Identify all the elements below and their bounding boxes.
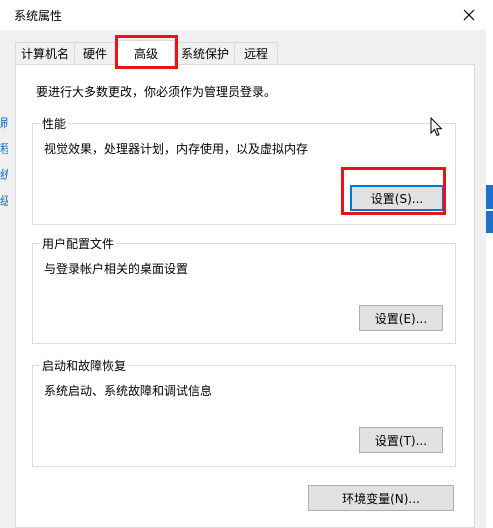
background-fragment: 刷: [0, 116, 8, 130]
tab-computer-name[interactable]: 计算机名: [15, 42, 75, 63]
window-title: 系统属性: [14, 9, 63, 23]
background-fragment: 级: [0, 194, 8, 208]
background-blue-block: [486, 211, 493, 233]
system-properties-window: 刷 程 统 级 系统属性 计算机名 硬件 高级 系统保护 远程 要进行大多数更改…: [0, 0, 493, 528]
background-window-strip: [486, 30, 493, 528]
user-profiles-description: 与登录帐户相关的桌面设置: [44, 262, 189, 276]
title-bar: 系统属性: [0, 0, 493, 30]
tab-hardware[interactable]: 硬件: [74, 42, 116, 63]
performance-description: 视觉效果，处理器计划，内存使用，以及虚拟内存: [44, 142, 309, 156]
startup-recovery-group-title: 启动和故障恢复: [40, 357, 129, 374]
user-profiles-group-title: 用户配置文件: [40, 235, 117, 252]
close-button[interactable]: [451, 2, 487, 28]
startup-recovery-description: 系统启动、系统故障和调试信息: [44, 384, 213, 398]
performance-settings-button[interactable]: 设置(S)...: [350, 185, 444, 211]
startup-recovery-settings-button[interactable]: 设置(T)...: [359, 427, 443, 453]
advanced-tab-panel: 要进行大多数更改，你必须作为管理员登录。 性能 视觉效果，处理器计划，内存使用，…: [15, 64, 475, 528]
performance-group-title: 性能: [40, 115, 69, 132]
user-profiles-group: 用户配置文件 与登录帐户相关的桌面设置 设置(E)...: [32, 235, 456, 344]
user-profiles-settings-button[interactable]: 设置(E)...: [359, 305, 443, 331]
close-icon: [463, 9, 475, 21]
performance-group: 性能 视觉效果，处理器计划，内存使用，以及虚拟内存 设置(S)...: [32, 115, 456, 225]
tab-system-protection[interactable]: 系统保护: [175, 42, 235, 63]
admin-note: 要进行大多数更改，你必须作为管理员登录。: [36, 85, 277, 99]
background-blue-block: [486, 185, 493, 209]
mouse-cursor-icon: [430, 117, 443, 137]
background-fragment: 统: [0, 168, 8, 182]
environment-variables-button[interactable]: 环境变量(N)...: [308, 485, 454, 511]
tab-remote[interactable]: 远程: [234, 42, 278, 63]
tab-advanced[interactable]: 高级: [117, 40, 175, 65]
background-left-text-strip: 刷 程 统 级: [0, 110, 8, 230]
startup-recovery-group: 启动和故障恢复 系统启动、系统故障和调试信息 设置(T)...: [32, 357, 456, 467]
background-fragment: 程: [0, 142, 8, 156]
